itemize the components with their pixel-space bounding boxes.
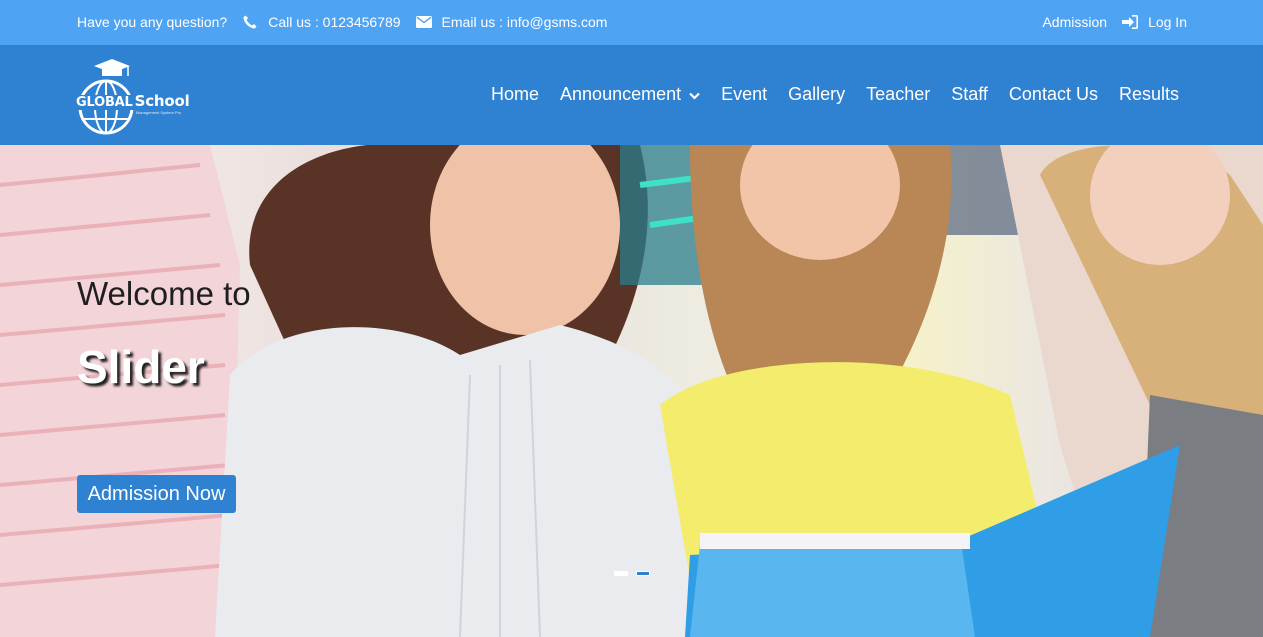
nav-event[interactable]: Event (721, 84, 767, 105)
main-navbar: GLOBAL School Management System Pro Home … (0, 45, 1263, 145)
top-info-bar: Have you any question? Call us : 0123456… (0, 0, 1263, 45)
nav-event-label: Event (721, 84, 768, 104)
hero-welcome-text: Welcome to (77, 275, 251, 312)
brand-tagline: Management System Pro (136, 110, 182, 115)
nav-teacher-label: Teacher (866, 84, 931, 104)
phone-text: Call us : 0123456789 (268, 14, 401, 30)
login-icon[interactable] (1122, 15, 1139, 29)
login-link[interactable]: Log In (1148, 14, 1187, 30)
nav-gallery[interactable]: Gallery (788, 84, 845, 105)
nav-contact-us-label: Contact Us (1008, 84, 1098, 104)
brand-name-part2: School (134, 92, 190, 110)
account-links: Admission Log In (1042, 14, 1187, 30)
brand-name-part1: GLOBAL (76, 95, 135, 110)
nav-teacher[interactable]: Teacher (866, 84, 930, 105)
nav-announcement-label: Announcement (560, 84, 682, 104)
slide-dot-2[interactable] (636, 571, 650, 576)
nav-results-label: Results (1118, 84, 1179, 104)
nav-menu: Home Announcement Event Gallery Teacher … (491, 84, 1179, 105)
hero-title: Slider (77, 341, 205, 393)
chevron-down-icon (689, 84, 700, 105)
nav-staff-label: Staff (951, 84, 988, 104)
contact-info: Have you any question? Call us : 0123456… (77, 14, 607, 30)
question-text: Have you any question? (77, 14, 228, 30)
nav-home[interactable]: Home (491, 84, 539, 105)
admission-link[interactable]: Admission (1042, 14, 1107, 30)
admission-now-button[interactable]: Admission Now (77, 475, 236, 513)
nav-staff[interactable]: Staff (951, 84, 988, 105)
nav-announcement[interactable]: Announcement (560, 84, 700, 105)
envelope-icon (415, 16, 432, 28)
nav-contact-us[interactable]: Contact Us (1009, 84, 1098, 105)
nav-gallery-label: Gallery (788, 84, 846, 104)
brand-name: GLOBAL School (76, 92, 190, 110)
site-logo[interactable]: GLOBAL School Management System Pro (76, 57, 211, 135)
email-text: Email us : info@gsms.com (441, 14, 608, 30)
slider-pagination (614, 571, 658, 576)
hero-slider: Welcome to Slider Admission Now (0, 145, 1263, 637)
nav-home-label: Home (491, 84, 540, 104)
phone-icon (242, 14, 258, 30)
nav-results[interactable]: Results (1119, 84, 1179, 105)
slide-dot-1[interactable] (614, 571, 628, 576)
